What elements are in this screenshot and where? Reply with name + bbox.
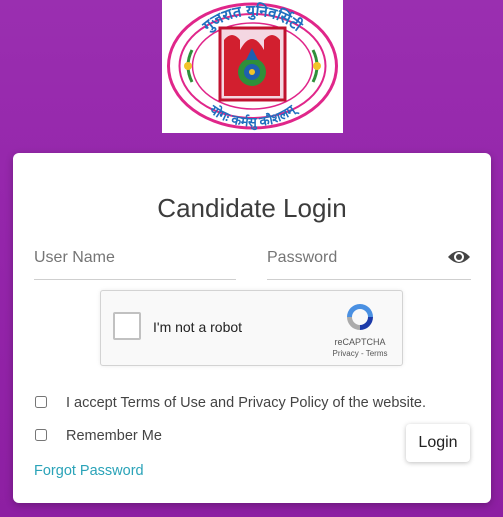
remember-me-label: Remember Me — [66, 428, 162, 444]
eye-icon[interactable] — [447, 247, 471, 267]
forgot-password-link[interactable]: Forgot Password — [34, 463, 144, 479]
recaptcha-checkbox[interactable] — [113, 312, 141, 340]
university-emblem-icon: गुजरात युनिवर्सिटी योगः कर्मसु कौशलम् — [167, 1, 338, 130]
accept-terms-label: I accept Terms of Use and Privacy Policy… — [66, 395, 426, 411]
login-button[interactable]: Login — [406, 424, 470, 462]
password-field-wrapper — [267, 243, 471, 280]
username-field-wrapper — [34, 243, 236, 280]
university-logo: गुजरात युनिवर्सिटी योगः कर्मसु कौशलम् — [162, 0, 343, 133]
accept-terms-checkbox[interactable] — [35, 396, 47, 408]
recaptcha-label: I'm not a robot — [153, 319, 243, 335]
remember-me-checkbox[interactable] — [35, 429, 47, 441]
recaptcha-terms-link[interactable]: Terms — [366, 349, 388, 358]
password-input[interactable] — [267, 243, 437, 273]
recaptcha-links: Privacy - Terms — [325, 349, 395, 358]
login-card: Candidate Login I'm not a robot reCAPTCH… — [13, 153, 491, 503]
page-title: Candidate Login — [157, 193, 347, 223]
recaptcha-separator: - — [358, 349, 366, 358]
recaptcha-brand: reCAPTCHA — [334, 337, 386, 347]
recaptcha-privacy-link[interactable]: Privacy — [333, 349, 359, 358]
recaptcha-logo-icon — [347, 304, 373, 330]
recaptcha-widget: I'm not a robot reCAPTCHA Privacy - Term… — [100, 290, 403, 366]
username-input[interactable] — [34, 243, 236, 273]
